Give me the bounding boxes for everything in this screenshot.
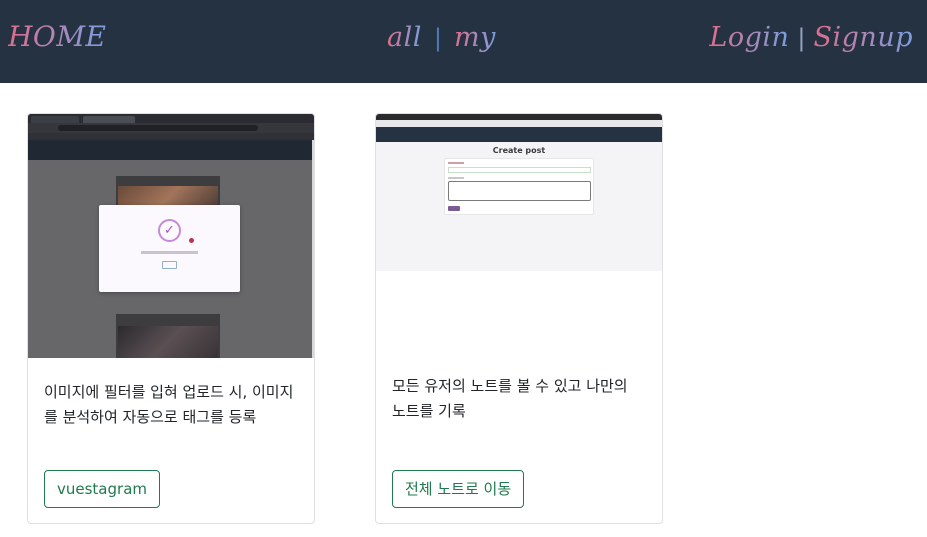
nav-separator: | bbox=[433, 23, 442, 52]
nav-my-link[interactable]: my bbox=[454, 22, 496, 53]
nav-auth-separator: | bbox=[797, 23, 806, 52]
upload-success-modal: ✓ bbox=[99, 205, 240, 292]
vuestagram-screenshot: ✓ bbox=[28, 114, 314, 358]
card-description: 모든 유저의 노트를 볼 수 있고 나만의 노트를 기록 bbox=[392, 377, 628, 420]
nav-login-link[interactable]: Login bbox=[709, 22, 789, 53]
top-navbar: HOME all | my Login | Signup bbox=[0, 0, 927, 83]
nav-auth: Login | Signup bbox=[709, 22, 913, 53]
nav-signup-link[interactable]: Signup bbox=[814, 22, 913, 53]
nav-all-link[interactable]: all bbox=[387, 22, 422, 53]
project-card-notes: Create post 모든 유저의 노트를 볼 수 있고 나만의 노트를 기록… bbox=[375, 113, 663, 524]
notes-screenshot: Create post bbox=[376, 114, 662, 271]
create-post-form bbox=[444, 158, 594, 215]
all-notes-button[interactable]: 전체 노트로 이동 bbox=[392, 470, 525, 508]
create-post-title: Create post bbox=[492, 146, 546, 155]
check-icon: ✓ bbox=[158, 219, 181, 242]
project-card-vuestagram: ✓ 이미지에 필터를 입혀 업로드 시, 이미지를 분석하여 자동으로 태그를 … bbox=[27, 113, 315, 524]
nav-note-filter: all | my bbox=[387, 22, 496, 53]
vuestagram-button[interactable]: vuestagram bbox=[44, 470, 160, 508]
cursor-icon bbox=[189, 238, 194, 243]
nav-home-link[interactable]: HOME bbox=[8, 20, 106, 53]
card-description: 이미지에 필터를 입혀 업로드 시, 이미지를 분석하여 자동으로 태그를 등록 bbox=[44, 383, 294, 426]
